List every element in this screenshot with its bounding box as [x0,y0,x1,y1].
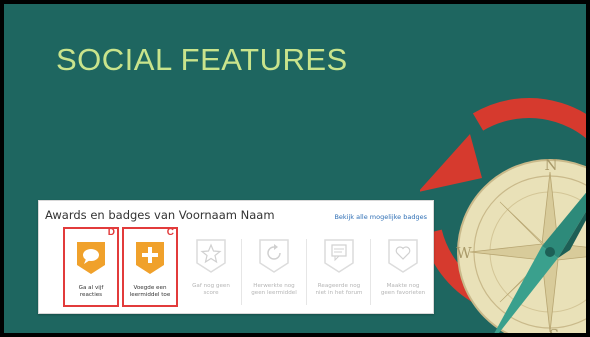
badge-label-line2: score [203,290,219,296]
star-icon [196,239,226,273]
badge-score[interactable]: Gaf nog geen score [183,227,239,307]
awards-panel: Awards en badges van Voornaam Naam Bekij… [38,200,434,314]
badge-label-line2: reacties [79,292,103,298]
badge-reactions[interactable]: D Ga al vijf reacties [63,227,119,307]
badge-label-line2: niet in het forum [315,290,363,296]
badge-grade-letter: D [107,227,115,238]
badge-list: D Ga al vijf reacties C Voegde een leerm… [63,225,433,311]
badge-resource-added[interactable]: C Voegde een leermiddel toe [122,227,178,307]
slide-title: SOCIAL FEATURES [56,42,348,77]
compass-illustration: N W S [418,82,586,333]
compass-west-label: W [456,244,472,262]
speech-bubble-icon [77,242,105,274]
badge-label-line1: Voegde een [133,285,167,291]
awards-panel-title: Awards en badges van Voornaam Naam [45,208,275,222]
plus-icon [136,242,164,274]
badge-favorites[interactable]: Maakte nog geen favorieten [375,227,431,307]
forum-icon [324,239,354,273]
badge-label-line1: Maakte nog [386,283,420,289]
refresh-icon [259,239,289,273]
heart-icon [388,239,418,273]
slide: SOCIAL FEATURES N W S [4,4,586,333]
arrow-head [418,134,482,192]
badge-label-line1: Reageerde nog [317,283,361,289]
badge-forum[interactable]: Reageerde nog niet in het forum [311,227,367,307]
badge-label-line1: Ga al vijf [78,285,104,291]
badge-label-line1: Herwerkte nog [253,283,295,289]
badge-rework[interactable]: Herwerkte nog geen leermiddel [246,227,302,307]
badge-label-line2: leermiddel toe [129,292,171,298]
badge-grade-letter: C [166,227,174,238]
compass-south-label: S [549,326,559,333]
badge-label-line2: geen leermiddel [251,290,297,296]
badge-label-line1: Gaf nog geen [192,283,230,289]
badge-label-line2: geen favorieten [380,290,426,296]
compass-north-label: N [544,156,557,174]
compass-icon: N W S [418,98,586,333]
all-badges-link[interactable]: Bekijk alle mogelijke badges [334,213,427,221]
